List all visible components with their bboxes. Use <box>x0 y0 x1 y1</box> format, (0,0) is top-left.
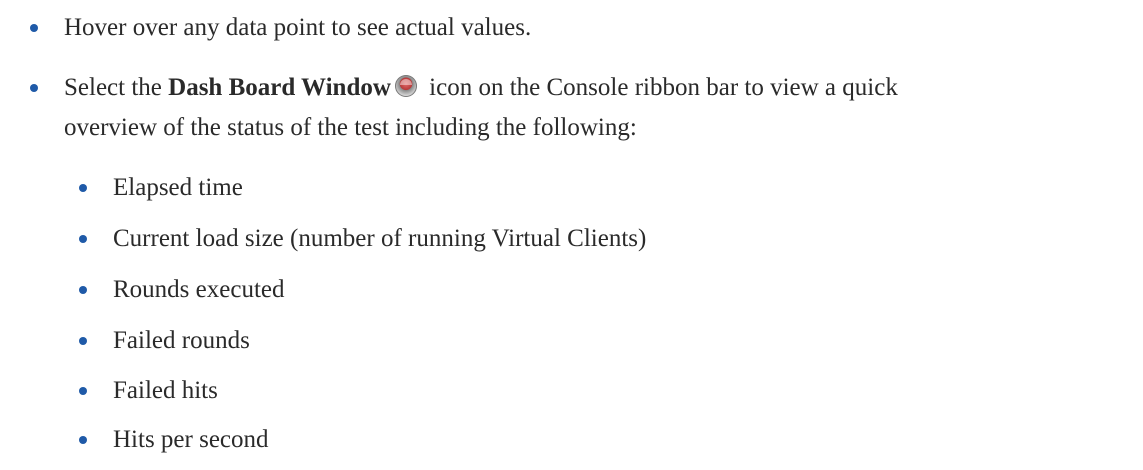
sub-bullet-text: Failed rounds <box>113 327 250 354</box>
sub-bullet-text: Hits per second <box>113 426 269 453</box>
bullet-marker <box>79 235 87 243</box>
sub-bullet-item: Failed rounds <box>79 321 250 361</box>
bullet-item-hover: Hover over any data point to see actual … <box>30 8 532 48</box>
sub-bullet-item: Current load size (number of running Vir… <box>79 219 647 259</box>
sub-bullet-text: Current load size (number of running Vir… <box>113 225 647 252</box>
sub-bullet-item: Elapsed time <box>79 168 243 208</box>
bullet-marker <box>79 286 87 294</box>
bullet-marker <box>79 387 87 395</box>
bullet-prefix-text: Select the <box>64 74 169 101</box>
sub-bullet-text: Failed hits <box>113 377 218 404</box>
document-body: Hover over any data point to see actual … <box>0 0 1143 470</box>
bullet-marker <box>79 436 87 444</box>
sub-bullet-item: Failed hits <box>79 371 218 411</box>
sub-bullet-item: Hits per second <box>79 420 269 460</box>
dashboard-window-label: Dash Board Window <box>168 74 391 101</box>
sub-bullet-item: Rounds executed <box>79 270 285 310</box>
bullet-text: Hover over any data point to see actual … <box>64 14 532 41</box>
sub-bullet-text: Elapsed time <box>113 174 243 201</box>
bullet-line1-rest: icon on the Console ribbon bar to view a… <box>422 74 898 101</box>
bullet-line2-text: overview of the status of the test inclu… <box>64 114 637 141</box>
bullet-marker <box>30 24 38 32</box>
bullet-marker <box>79 184 87 192</box>
bullet-item-dashboard: Select the Dash Board Window icon on the… <box>30 68 898 108</box>
bullet-marker <box>79 337 87 345</box>
bullet-marker <box>30 84 38 92</box>
sub-bullet-text: Rounds executed <box>113 276 285 303</box>
dashboard-gauge-icon <box>394 75 417 97</box>
bullet-continuation-line: overview of the status of the test inclu… <box>64 108 637 148</box>
